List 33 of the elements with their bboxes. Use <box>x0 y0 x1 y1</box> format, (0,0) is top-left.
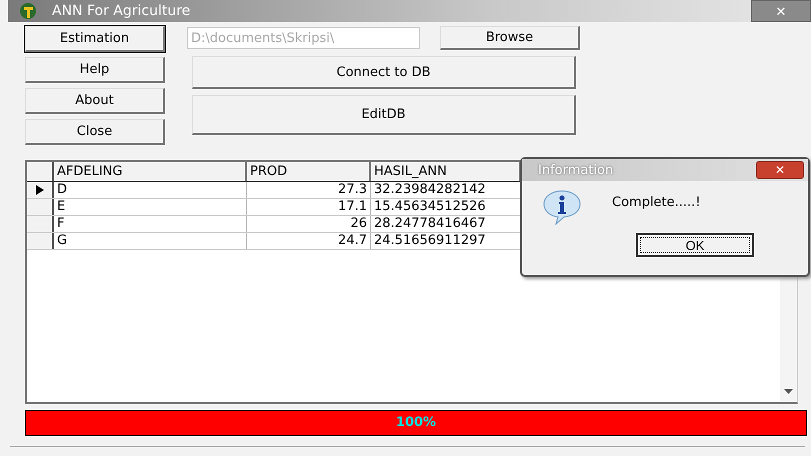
table-cell: 24.7 <box>247 233 371 249</box>
down-arrow-icon <box>784 389 793 394</box>
browse-button[interactable]: Browse <box>440 26 580 50</box>
dialog-title: Information <box>538 162 614 178</box>
window-title: ANN For Agriculture <box>52 3 190 19</box>
arrow-icon <box>36 185 44 195</box>
side-button[interactable]: Close <box>25 119 165 145</box>
row-indicator[interactable] <box>27 233 54 249</box>
close-button[interactable]: ✕ <box>756 161 804 179</box>
column-header: PROD <box>247 162 371 181</box>
table-cell: F <box>54 216 247 232</box>
row-indicator[interactable] <box>27 199 54 215</box>
row-indicator[interactable] <box>27 216 54 232</box>
table-cell: E <box>54 199 247 215</box>
side-button[interactable]: About <box>25 88 165 114</box>
row-indicator[interactable] <box>27 182 54 198</box>
side-button[interactable]: Help <box>25 57 165 83</box>
table-cell: G <box>54 233 247 249</box>
ok-button[interactable]: OK <box>636 233 754 257</box>
row-header <box>27 162 54 181</box>
table-cell: 26 <box>247 216 371 232</box>
connect-button[interactable]: Connect to DB <box>192 56 576 89</box>
table-cell: D <box>54 182 247 198</box>
side-button[interactable]: Estimation <box>25 26 165 52</box>
edit-button[interactable]: EditDB <box>192 95 576 135</box>
info-icon <box>542 189 582 225</box>
table-cell: 17.1 <box>247 199 371 215</box>
app-icon <box>18 2 38 20</box>
table-cell: 27.3 <box>247 182 371 198</box>
column-header: HASIL_ANN <box>371 162 521 181</box>
column-header: AFDELING <box>54 162 247 181</box>
progress-label: 100% <box>394 415 438 430</box>
dialog-message: Complete.....! <box>612 195 701 212</box>
